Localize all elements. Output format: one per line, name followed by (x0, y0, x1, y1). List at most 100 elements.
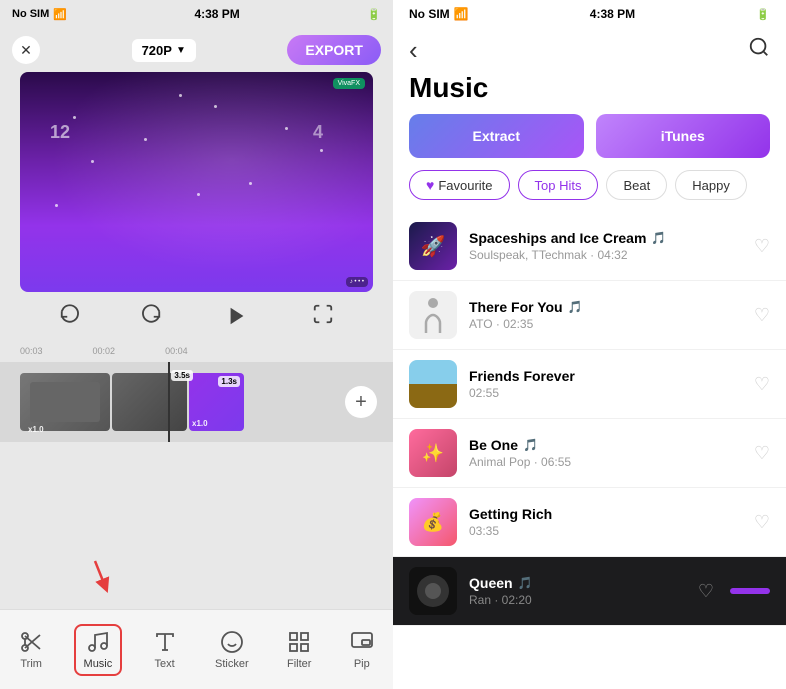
pro-badge-4: 🎵 (523, 438, 538, 452)
clip-purple[interactable]: 1.3s x1.0 (189, 373, 244, 431)
timeline-ruler: 00:03 00:02 00:04 (0, 340, 393, 362)
bottom-toolbar: Trim Music Text (0, 609, 393, 689)
song-thumb-5: 💰 (409, 498, 457, 546)
top-bar: ✕ 720P ▼ EXPORT (0, 28, 393, 72)
song-title-4: Be One 🎵 (469, 437, 742, 453)
timecode-2: 00:02 (93, 346, 116, 356)
tool-trim-label: Trim (20, 658, 42, 670)
list-item[interactable]: Friends Forever 02:55 ♡ (393, 350, 786, 419)
watermark: ♪ • • • (346, 277, 368, 287)
song-info-4: Be One 🎵 Animal Pop · 06:55 (469, 437, 742, 469)
song-thumb-6 (409, 567, 457, 615)
video-label: VivaFX (333, 78, 365, 89)
tool-music[interactable]: Music (74, 624, 123, 676)
tool-sticker[interactable]: Sticker (207, 626, 257, 674)
fullscreen-button[interactable] (312, 303, 334, 330)
tool-filter[interactable]: Filter (279, 626, 319, 674)
song-thumb-3 (409, 360, 457, 408)
status-right-left: No SIM 📶 (409, 7, 469, 21)
tool-sticker-label: Sticker (215, 658, 249, 670)
add-clip-button[interactable]: + (345, 386, 377, 418)
status-icons-left: 🔋 (367, 8, 381, 21)
undo-button[interactable] (59, 303, 81, 330)
pro-badge-2: 🎵 (568, 300, 583, 314)
song-info-1: Spaceships and Ice Cream 🎵 Soulspeak, TT… (469, 230, 742, 262)
time-right: 4:38 PM (590, 7, 635, 21)
redo-button[interactable] (140, 303, 162, 330)
tool-trim[interactable]: Trim (11, 626, 51, 674)
extract-tab[interactable]: Extract (409, 114, 584, 158)
battery-left: 🔋 (367, 8, 381, 21)
song-meta-6: Ran · 02:20 (469, 593, 686, 607)
export-button[interactable]: EXPORT (287, 35, 381, 65)
time-left: 4:38 PM (194, 7, 239, 21)
status-bar-left: No SIM 📶 4:38 PM 🔋 (0, 0, 393, 28)
list-item[interactable]: There For You 🎵 ATO · 02:35 ♡ (393, 281, 786, 350)
tool-pip-label: Pip (354, 658, 370, 670)
left-panel: No SIM 📶 4:38 PM 🔋 ✕ 720P ▼ EXPORT (0, 0, 393, 689)
filter-tabs: ♥ Favourite Top Hits Beat Happy (393, 170, 786, 212)
tool-music-label: Music (84, 658, 113, 670)
heart-button-1[interactable]: ♡ (754, 236, 770, 257)
search-button[interactable] (748, 36, 770, 64)
tool-pip[interactable]: Pip (342, 626, 382, 674)
song-meta-1: Soulspeak, TTechmak · 04:32 (469, 248, 742, 262)
source-tabs: Extract iTunes (393, 114, 786, 170)
list-item[interactable]: Queen 🎵 Ran · 02:20 ♡ (393, 557, 786, 626)
list-item[interactable]: 🚀 Spaceships and Ice Cream 🎵 Soulspeak, … (393, 212, 786, 281)
song-title-3: Friends Forever (469, 368, 742, 384)
song-thumb-4: ✨ (409, 429, 457, 477)
playback-controls (0, 292, 393, 340)
song-meta-3: 02:55 (469, 386, 742, 400)
music-list: 🚀 Spaceships and Ice Cream 🎵 Soulspeak, … (393, 212, 786, 689)
song-title-1: Spaceships and Ice Cream 🎵 (469, 230, 742, 246)
clip-container: 1.3s x1.0 (20, 373, 244, 431)
pro-badge-1: 🎵 (651, 231, 666, 245)
clip-car-1[interactable] (20, 373, 110, 431)
wifi-icon-right: 📶 (454, 7, 469, 21)
status-bar-right: No SIM 📶 4:38 PM 🔋 (393, 0, 786, 28)
song-thumb-1: 🚀 (409, 222, 457, 270)
song-info-5: Getting Rich 03:35 (469, 506, 742, 538)
video-preview: 12 4 ♪ • • • VivaFX (20, 72, 373, 292)
song-info-2: There For You 🎵 ATO · 02:35 (469, 299, 742, 331)
close-button[interactable]: ✕ (12, 36, 40, 64)
clip-car-2[interactable] (112, 373, 187, 431)
heart-button-3[interactable]: ♡ (754, 374, 770, 395)
filter-top-hits[interactable]: Top Hits (518, 170, 599, 200)
clip-label-purple: 1.3s (218, 376, 240, 387)
song-title-5: Getting Rich (469, 506, 742, 522)
list-item[interactable]: ✨ Be One 🎵 Animal Pop · 06:55 ♡ (393, 419, 786, 488)
wifi-icon-left: 📶 (53, 8, 67, 21)
timeline-cursor (168, 362, 170, 442)
tool-text[interactable]: Text (145, 626, 185, 674)
clip-x-purple: x1.0 (192, 419, 208, 428)
itunes-tab[interactable]: iTunes (596, 114, 771, 158)
song-meta-5: 03:35 (469, 524, 742, 538)
filter-beat[interactable]: Beat (606, 170, 667, 200)
clip-label-1: 3.5s (171, 370, 193, 381)
timeline-track[interactable]: 1.3s x1.0 3.5s x1.0 + (0, 362, 393, 442)
status-right-right: 🔋 (756, 8, 770, 21)
song-thumb-2 (409, 291, 457, 339)
song-meta-2: ATO · 02:35 (469, 317, 742, 331)
nav-bar: ‹ (393, 28, 786, 72)
heart-button-6[interactable]: ♡ (698, 581, 714, 602)
carrier-left: No SIM (12, 8, 49, 20)
filter-favourite[interactable]: ♥ Favourite (409, 170, 510, 200)
tool-text-label: Text (155, 658, 175, 670)
heart-button-2[interactable]: ♡ (754, 305, 770, 326)
play-button[interactable] (221, 300, 253, 332)
back-button[interactable]: ‹ (409, 35, 418, 66)
counter-overlay: 12 (50, 122, 70, 143)
filter-happy[interactable]: Happy (675, 170, 747, 200)
right-panel: No SIM 📶 4:38 PM 🔋 ‹ Music Extract iTune… (393, 0, 786, 689)
timecode-1: 00:03 (20, 346, 43, 356)
counter2: 4 (313, 122, 323, 143)
song-info-3: Friends Forever 02:55 (469, 368, 742, 400)
heart-button-4[interactable]: ♡ (754, 443, 770, 464)
list-item[interactable]: 💰 Getting Rich 03:35 ♡ (393, 488, 786, 557)
video-stars (20, 72, 373, 292)
heart-button-5[interactable]: ♡ (754, 512, 770, 533)
resolution-button[interactable]: 720P ▼ (132, 39, 196, 62)
